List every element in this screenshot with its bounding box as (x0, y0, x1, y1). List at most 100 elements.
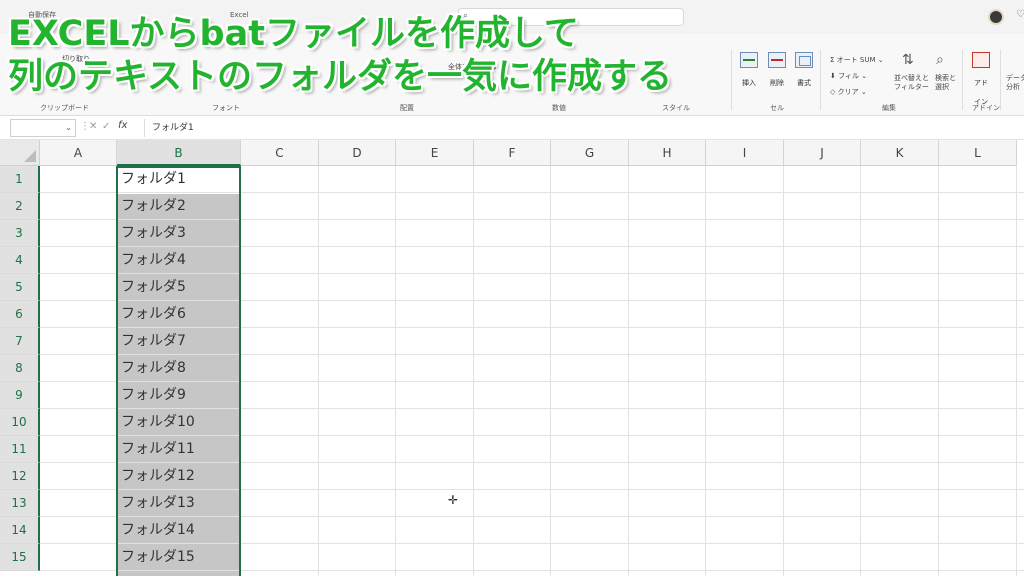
row-header-3[interactable]: 3 (0, 220, 40, 247)
fill-button[interactable]: ⬇ フィル ⌄ (830, 71, 867, 81)
row-header-14[interactable]: 14 (0, 517, 40, 544)
gridline-vertical (395, 166, 396, 576)
addins-icon (972, 52, 990, 68)
insert-cells-button[interactable]: 挿入 (736, 52, 762, 89)
column-header-i[interactable]: I (706, 140, 784, 166)
cell-b6[interactable]: フォルダ6 (120, 301, 238, 328)
row-header-9[interactable]: 9 (0, 382, 40, 409)
gridline-vertical (628, 166, 629, 576)
autosum-button[interactable]: Σ オート SUM ⌄ (830, 55, 884, 65)
sort-filter-icon[interactable]: ⇅ (902, 52, 914, 68)
row-header-6[interactable]: 6 (0, 301, 40, 328)
column-header-c[interactable]: C (241, 140, 319, 166)
avatar[interactable] (988, 9, 1004, 25)
column-header-h[interactable]: H (629, 140, 706, 166)
formula-input[interactable]: フォルダ1 (144, 119, 1014, 137)
row-header-8[interactable]: 8 (0, 355, 40, 382)
gridline-vertical (550, 166, 551, 576)
row-header-13[interactable]: 13 (0, 490, 40, 517)
column-header-l[interactable]: L (939, 140, 1017, 166)
cell-b5[interactable]: フォルダ5 (120, 274, 238, 301)
gridline-vertical (938, 166, 939, 576)
delete-cells-icon (768, 52, 786, 68)
gridline-vertical (240, 166, 241, 576)
delete-label: 削除 (770, 79, 784, 87)
gridline-vertical (116, 166, 117, 576)
gridline-vertical (705, 166, 706, 576)
cell-b1[interactable]: フォルダ1 (120, 166, 238, 193)
column-header-k[interactable]: K (861, 140, 939, 166)
cell-b4[interactable]: フォルダ4 (120, 247, 238, 274)
format-label: 書式 (797, 79, 811, 87)
insert-label: 挿入 (742, 79, 756, 87)
clear-label: クリア (837, 88, 859, 96)
cell-b15[interactable]: フォルダ15 (120, 544, 238, 571)
group-styles: スタイル (662, 104, 690, 112)
column-header-a[interactable]: A (40, 140, 117, 166)
column-header-d[interactable]: D (319, 140, 396, 166)
row-header-1[interactable]: 1 (0, 166, 40, 193)
row-header-10[interactable]: 10 (0, 409, 40, 436)
ribbon-divider (731, 50, 732, 110)
fill-label: フィル (838, 72, 859, 80)
gridline-vertical (783, 166, 784, 576)
ribbon-divider (1000, 50, 1001, 110)
cell-b10[interactable]: フォルダ10 (120, 409, 238, 436)
addins-label: アド イン (974, 79, 988, 106)
lightbulb-icon[interactable]: ♡ (1016, 9, 1024, 20)
overlay-title-line2: 列のテキストのフォルダを一気に作成する (8, 57, 672, 97)
row-header-12[interactable]: 12 (0, 463, 40, 490)
select-all-button[interactable] (0, 140, 40, 166)
chevron-down-icon[interactable]: ⌄ (65, 123, 72, 132)
row-header-11[interactable]: 11 (0, 436, 40, 463)
cell-b12[interactable]: フォルダ12 (120, 463, 238, 490)
gridline-vertical (860, 166, 861, 576)
column-header-f[interactable]: F (474, 140, 551, 166)
overlay-title-line1: EXCELからbatファイルを作成して (8, 14, 579, 54)
column-header-j[interactable]: J (784, 140, 861, 166)
gridline-vertical (473, 166, 474, 576)
cancel-icon[interactable]: ✕ (89, 121, 97, 132)
ribbon-divider (820, 50, 821, 110)
spreadsheet-grid[interactable]: ABCDEFGHIJKL 1 2 3 4 5 6 7 8 9 10 11 12 13 14 15 フォルダ1… (0, 140, 1024, 576)
clear-button[interactable]: ◇ クリア ⌄ (830, 87, 867, 97)
data-analysis-button[interactable]: データ 分析 (1006, 74, 1024, 92)
cursor-icon: ✛ (448, 493, 459, 507)
group-number: 数値 (552, 104, 566, 112)
column-header-g[interactable]: G (551, 140, 629, 166)
group-cells: セル (770, 104, 784, 112)
cell-b7[interactable]: フォルダ7 (120, 328, 238, 355)
group-editing: 編集 (882, 104, 896, 112)
cell-b2[interactable]: フォルダ2 (120, 193, 238, 220)
row-header-4[interactable]: 4 (0, 247, 40, 274)
find-select-icon[interactable]: ⌕ (936, 52, 944, 68)
enter-icon[interactable]: ✓ (102, 121, 110, 132)
ribbon-divider (962, 50, 963, 110)
format-cells-button[interactable]: 書式 (791, 52, 817, 89)
column-header-e[interactable]: E (396, 140, 474, 166)
row-header-15[interactable]: 15 (0, 544, 40, 571)
autosum-label: オート SUM (836, 56, 876, 64)
cell-b3[interactable]: フォルダ3 (120, 220, 238, 247)
cell-b11[interactable]: フォルダ11 (120, 436, 238, 463)
group-font: フォント (212, 104, 240, 112)
delete-cells-button[interactable]: 削除 (764, 52, 790, 89)
sort-filter-button[interactable]: 並べ替えと フィルター (894, 74, 929, 92)
cell-b13[interactable]: フォルダ13 (120, 490, 238, 517)
row-header-2[interactable]: 2 (0, 193, 40, 220)
group-alignment: 配置 (400, 104, 414, 112)
column-header-b[interactable]: B (117, 140, 241, 166)
find-select-button[interactable]: 検索と 選択 (935, 74, 956, 92)
gridline-vertical (1016, 166, 1017, 576)
name-box[interactable]: ⌄ (10, 119, 76, 137)
row-header-5[interactable]: 5 (0, 274, 40, 301)
addins-button[interactable]: アド イン (968, 52, 994, 108)
gridline-vertical (318, 166, 319, 576)
group-clipboard: クリップボード (40, 104, 89, 112)
cell-b8[interactable]: フォルダ8 (120, 355, 238, 382)
cell-b14[interactable]: フォルダ14 (120, 517, 238, 544)
format-cells-icon (795, 52, 813, 68)
row-header-7[interactable]: 7 (0, 328, 40, 355)
insert-function-button[interactable]: fx (118, 120, 127, 131)
cell-b9[interactable]: フォルダ9 (120, 382, 238, 409)
